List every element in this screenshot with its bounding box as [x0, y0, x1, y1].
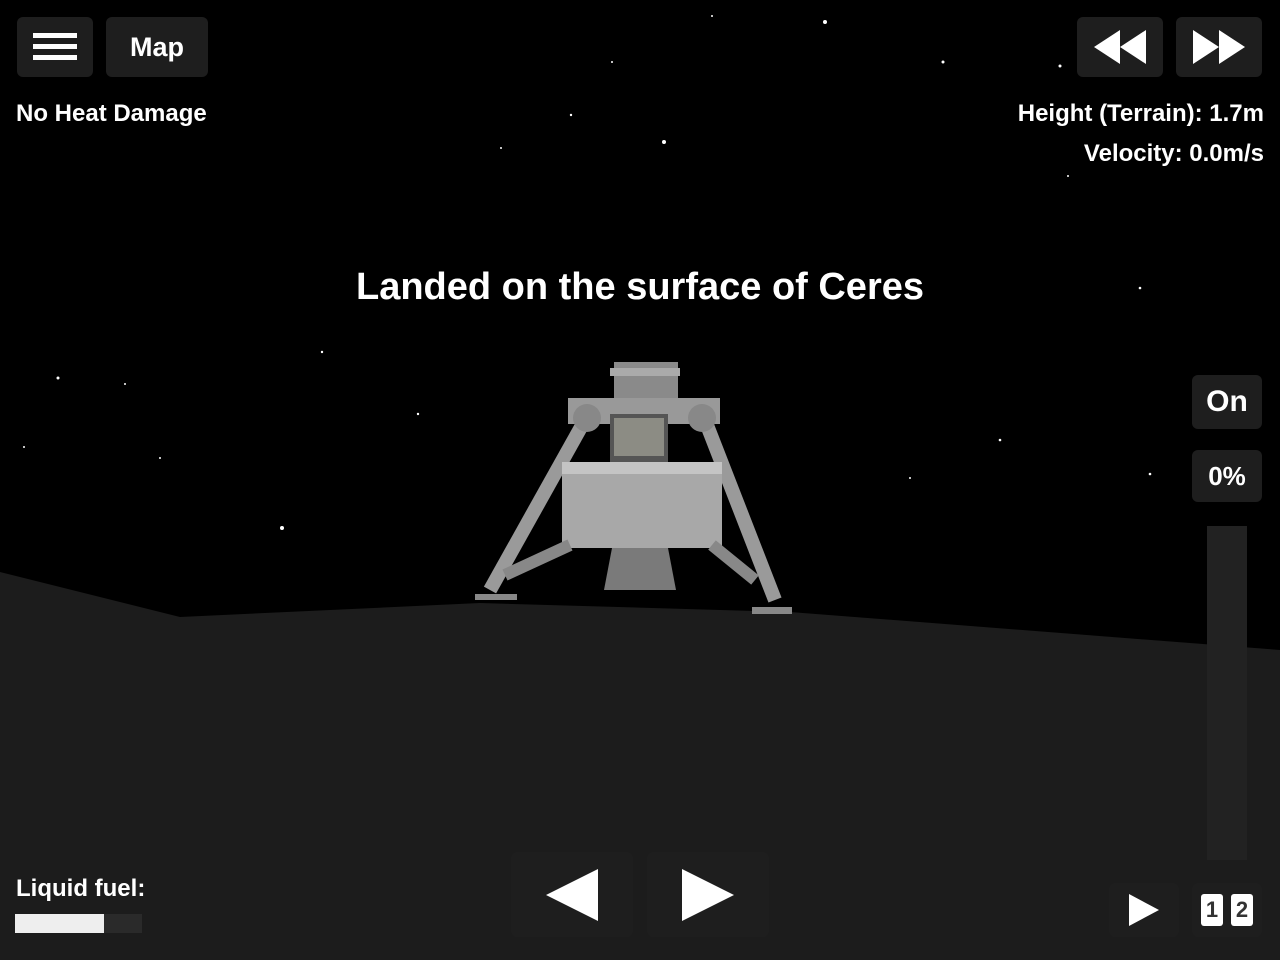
fuel-label: Liquid fuel: [16, 875, 146, 902]
triangle-left-icon [546, 868, 598, 921]
heat-status: No Heat Damage [16, 100, 207, 127]
height-readout: Height (Terrain): 1.7m [1017, 100, 1264, 127]
velocity-readout: Velocity: 0.0m/s [1083, 140, 1264, 167]
ceres-terrain [0, 572, 1280, 960]
map-button[interactable]: Map [106, 17, 208, 77]
rotate-right-button[interactable] [647, 852, 769, 937]
hamburger-icon [33, 33, 77, 60]
lander [475, 362, 792, 614]
fast-forward-icon [1193, 30, 1245, 64]
play-icon [1129, 894, 1159, 926]
engine-toggle[interactable]: On [1192, 375, 1262, 429]
fuel-bar [15, 914, 142, 933]
menu-button[interactable] [17, 17, 93, 77]
play-button[interactable] [1109, 883, 1179, 937]
rewind-button[interactable] [1077, 17, 1163, 77]
stage-1: 1 [1201, 894, 1223, 926]
stage-button[interactable]: 1 2 [1192, 883, 1262, 937]
landed-message: Landed on the surface of Ceres [355, 266, 924, 308]
stage-2: 2 [1231, 894, 1253, 926]
fast-forward-button[interactable] [1176, 17, 1262, 77]
fuel-bar-fill [15, 914, 104, 933]
rewind-icon [1094, 30, 1146, 64]
throttle-percent: 0% [1192, 450, 1262, 502]
triangle-right-icon [682, 868, 734, 921]
throttle-slider[interactable] [1207, 526, 1247, 860]
rotate-left-button[interactable] [511, 852, 633, 937]
